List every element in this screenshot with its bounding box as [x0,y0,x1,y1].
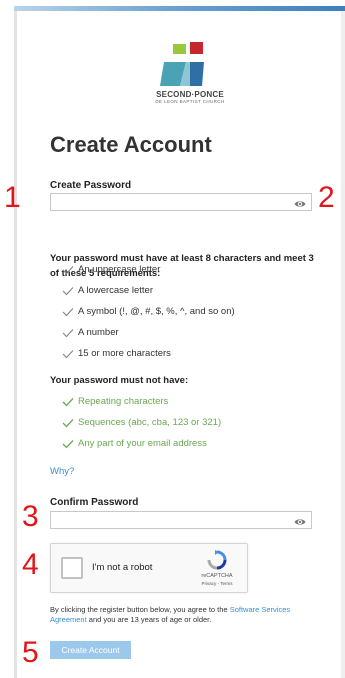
list-item: An uppercase letter [62,259,235,280]
check-icon [62,265,74,274]
must-not-text: Any part of your email address [78,438,207,449]
recaptcha-label: I'm not a robot [92,562,153,573]
confirm-password-field [50,511,312,531]
logo-name: SECOND·PONCE [156,90,224,99]
page-title: Create Account [50,132,212,157]
list-item: Any part of your email address [62,433,221,454]
check-icon [62,286,74,295]
annotation-5: 5 [22,636,39,669]
create-password-input[interactable] [55,196,289,213]
list-item: A lowercase letter [62,280,235,301]
check-icon [62,439,74,448]
confirm-password-input[interactable] [55,514,289,531]
confirm-password-label: Confirm Password [50,497,139,508]
create-password-label: Create Password [50,180,132,191]
requirement-text: 15 or more characters [78,348,171,359]
must-not-list: Repeating characters Sequences (abc, cba… [62,391,221,454]
recaptcha-checkbox[interactable] [61,557,83,579]
must-not-text: Repeating characters [78,396,169,407]
church-logo-mark [160,42,220,92]
annotation-1: 1 [4,181,21,214]
terms-prefix: By clicking the register button below, y… [50,605,230,614]
logo-subtitle: DE LEON BAPTIST CHURCH [155,99,225,104]
create-account-button[interactable]: Create Account [50,641,131,659]
left-border [14,11,17,678]
top-accent-bar [14,6,345,11]
check-icon [62,397,74,406]
requirements-list: An uppercase letter A lowercase letter A… [62,259,235,364]
eye-icon[interactable] [294,197,306,209]
requirement-text: A symbol (!, @, #, $, %, ^, and so on) [78,306,235,317]
check-icon [62,328,74,337]
requirement-text: A number [78,327,119,338]
list-item: Repeating characters [62,391,221,412]
list-item: 15 or more characters [62,343,235,364]
why-link[interactable]: Why? [50,466,74,477]
scrollbar-track[interactable] [341,11,345,678]
recaptcha-widget: I'm not a robot reCAPTCHA Privacy - Term… [50,543,248,593]
list-item: A number [62,322,235,343]
list-item: A symbol (!, @, #, $, %, ^, and so on) [62,301,235,322]
eye-icon[interactable] [294,515,306,527]
check-icon [62,307,74,316]
annotation-2: 2 [318,181,335,214]
terms-suffix: and you are 13 years of age or older. [86,615,212,624]
must-not-text: Sequences (abc, cba, 123 or 321) [78,417,222,428]
recaptcha-icon [206,550,228,570]
annotation-4: 4 [22,548,39,581]
create-password-field [50,193,312,213]
check-icon [62,349,74,358]
recaptcha-privacy-terms[interactable]: Privacy - Terms [191,581,243,586]
requirement-text: A lowercase letter [78,285,153,296]
list-item: Sequences (abc, cba, 123 or 321) [62,412,221,433]
recaptcha-brand: reCAPTCHA [201,573,233,579]
requirement-text: An uppercase letter [78,264,161,275]
must-not-heading: Your password must not have: [50,375,189,386]
annotation-3: 3 [22,500,39,533]
terms-text: By clicking the register button below, y… [50,605,325,625]
check-icon [62,418,74,427]
